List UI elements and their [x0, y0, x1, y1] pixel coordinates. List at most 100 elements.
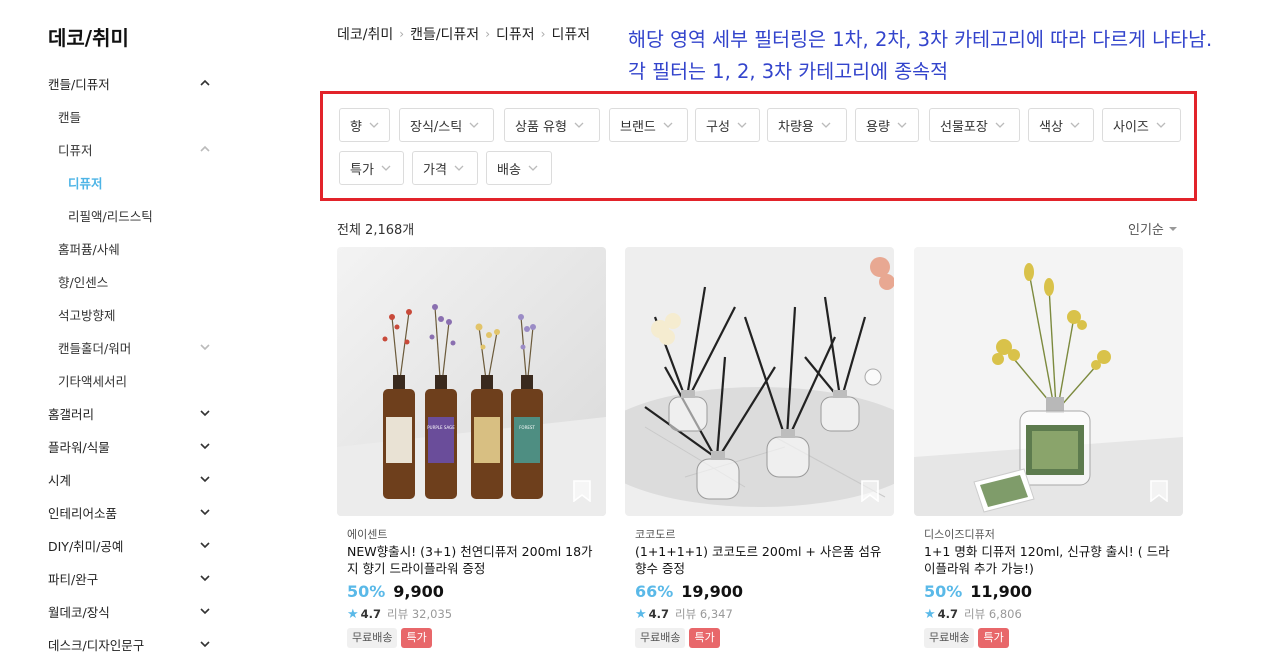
filter-dropdown[interactable]: 색상 [1028, 108, 1094, 142]
sidebar-item-label: DIY/취미/공예 [48, 538, 124, 554]
chevron-down-icon [369, 118, 379, 133]
filter-dropdown[interactable]: 용량 [855, 108, 919, 142]
filter-dropdown[interactable]: 특가 [339, 151, 404, 185]
chevron-down-icon [469, 118, 479, 133]
product-brand[interactable]: 에이센트 [347, 526, 387, 542]
sidebar-item-label: 디퓨저 [58, 142, 93, 158]
sidebar-item[interactable]: 캔들/디퓨저 [48, 73, 210, 93]
bookmark-icon[interactable] [572, 480, 592, 502]
sidebar-item-label: 인테리어소품 [48, 505, 118, 521]
product-image[interactable] [914, 247, 1183, 516]
sidebar-item[interactable]: 데스크/디자인문구 [48, 634, 210, 654]
price: 9,900 [393, 582, 444, 601]
sidebar-item-label: 시계 [48, 472, 72, 488]
sidebar-item-label: 플라워/식물 [48, 439, 110, 455]
breadcrumb-item[interactable]: 데코/취미 [337, 24, 393, 44]
filter-label: 브랜드 [620, 119, 656, 135]
filter-label: 특가 [350, 162, 374, 178]
chevron-down-icon[interactable] [200, 474, 210, 484]
filter-label: 배송 [497, 162, 521, 178]
price-row: 50% 9,900 [347, 582, 444, 601]
filter-dropdown[interactable]: 차량용 [767, 108, 847, 142]
chevron-right-icon: › [485, 27, 490, 41]
chevron-down-icon[interactable] [200, 342, 210, 352]
product-card[interactable]: 코코도르 (1+1+1+1) 코코도르 200ml + 사은품 섬유향수 증정 … [625, 247, 894, 648]
sidebar-item[interactable]: 캔들홀더/워머 [58, 337, 210, 357]
chevron-down-icon[interactable] [200, 540, 210, 550]
filter-dropdown[interactable]: 장식/스틱 [399, 108, 494, 142]
product-card[interactable]: 디스이즈디퓨저 1+1 명화 디퓨저 120ml, 신규향 출시! ( 드라이플… [914, 247, 1183, 648]
sidebar-item-label: 디퓨저 [68, 175, 103, 191]
sidebar-item[interactable]: 월데코/장식 [48, 601, 210, 621]
breadcrumb-item[interactable]: 디퓨저 [551, 24, 590, 44]
bookmark-icon[interactable] [1149, 480, 1169, 502]
sidebar-item[interactable]: 디퓨저 [68, 172, 210, 192]
bookmark-icon[interactable] [860, 480, 880, 502]
chevron-down-icon[interactable] [200, 639, 210, 649]
sidebar-item[interactable]: 시계 [48, 469, 210, 489]
product-name[interactable]: (1+1+1+1) 코코도르 200ml + 사은품 섬유향수 증정 [635, 543, 890, 577]
sidebar-item[interactable]: 홈퍼퓸/사쉐 [58, 238, 210, 258]
sale-badge: 특가 [401, 628, 432, 648]
sort-dropdown[interactable]: 인기순 [1128, 219, 1177, 238]
sidebar-item[interactable]: DIY/취미/공예 [48, 535, 210, 555]
bottle-label: FOREST [519, 425, 535, 430]
sidebar-item-label: 향/인센스 [58, 274, 109, 290]
filter-dropdown[interactable]: 구성 [695, 108, 760, 142]
filter-label: 차량용 [778, 119, 814, 135]
sidebar-item[interactable]: 향/인센스 [58, 271, 210, 291]
chevron-down-icon[interactable] [200, 408, 210, 418]
filter-dropdown[interactable]: 배송 [486, 151, 552, 185]
product-image[interactable] [625, 247, 894, 516]
chevron-down-icon [1070, 118, 1080, 133]
product-card[interactable]: PURPLE SAGE FOREST 에이센트 NEW향출시! (3+1) 천연… [337, 247, 606, 648]
sidebar-item-label: 석고방향제 [58, 307, 116, 323]
annotation-line: 해당 영역 세부 필터링은 1차, 2차, 3차 카테고리에 따라 다르게 나타… [628, 28, 1213, 51]
sidebar-item[interactable]: 캔들 [58, 106, 210, 126]
product-name[interactable]: NEW향출시! (3+1) 천연디퓨저 200ml 18가지 향기 드라이플라워… [347, 543, 602, 577]
filter-label: 상품 유형 [515, 119, 567, 135]
filter-dropdown[interactable]: 선물포장 [929, 108, 1020, 142]
caret-down-icon [1168, 226, 1177, 231]
sidebar-item[interactable]: 플라워/식물 [48, 436, 210, 456]
chevron-down-icon[interactable] [200, 606, 210, 616]
breadcrumb-item[interactable]: 캔들/디퓨저 [410, 24, 479, 44]
sidebar-item[interactable]: 인테리어소품 [48, 502, 210, 522]
product-name[interactable]: 1+1 명화 디퓨저 120ml, 신규향 출시! ( 드라이플라워 추가 가능… [924, 543, 1179, 577]
filter-dropdown[interactable]: 상품 유형 [504, 108, 600, 142]
filter-dropdown[interactable]: 사이즈 [1102, 108, 1181, 142]
sidebar-item[interactable]: 기타액세서리 [58, 370, 210, 390]
sidebar-item[interactable]: 파티/완구 [48, 568, 210, 588]
star-icon: ★ [347, 606, 359, 622]
chevron-down-icon[interactable] [200, 573, 210, 583]
review-count: 리뷰 6,347 [675, 607, 733, 621]
chevron-down-icon[interactable] [200, 507, 210, 517]
chevron-down-icon [737, 118, 747, 133]
filter-label: 가격 [423, 162, 447, 178]
filter-dropdown[interactable]: 향 [339, 108, 390, 142]
sidebar-item[interactable]: 석고방향제 [58, 304, 210, 324]
sidebar-item-label: 기타액세서리 [58, 373, 128, 389]
price: 19,900 [681, 582, 744, 601]
sidebar-item[interactable]: 디퓨저 [58, 139, 210, 159]
chevron-up-icon[interactable] [200, 144, 210, 154]
sidebar-item[interactable]: 리필액/리드스틱 [68, 205, 210, 225]
rating-score: 4.7 [937, 607, 959, 621]
filter-dropdown[interactable]: 가격 [412, 151, 478, 185]
filter-dropdown[interactable]: 브랜드 [609, 108, 688, 142]
sidebar-item-label: 리필액/리드스틱 [68, 208, 153, 224]
chevron-up-icon[interactable] [200, 78, 210, 88]
discount-rate: 66% [635, 582, 674, 601]
chevron-down-icon[interactable] [200, 441, 210, 451]
product-image[interactable]: PURPLE SAGE FOREST [337, 247, 606, 516]
free-shipping-badge: 무료배송 [635, 628, 686, 648]
breadcrumb-item[interactable]: 디퓨저 [496, 24, 535, 44]
total-count: 전체 2,168개 [337, 223, 415, 238]
product-brand[interactable]: 디스이즈디퓨저 [924, 526, 995, 542]
filter-label: 색상 [1039, 119, 1063, 135]
product-brand[interactable]: 코코도르 [635, 526, 675, 542]
sidebar-item-label: 캔들/디퓨저 [48, 76, 110, 92]
chevron-down-icon [1156, 118, 1166, 133]
sidebar-item[interactable]: 홈갤러리 [48, 403, 210, 423]
chevron-down-icon [454, 161, 464, 176]
